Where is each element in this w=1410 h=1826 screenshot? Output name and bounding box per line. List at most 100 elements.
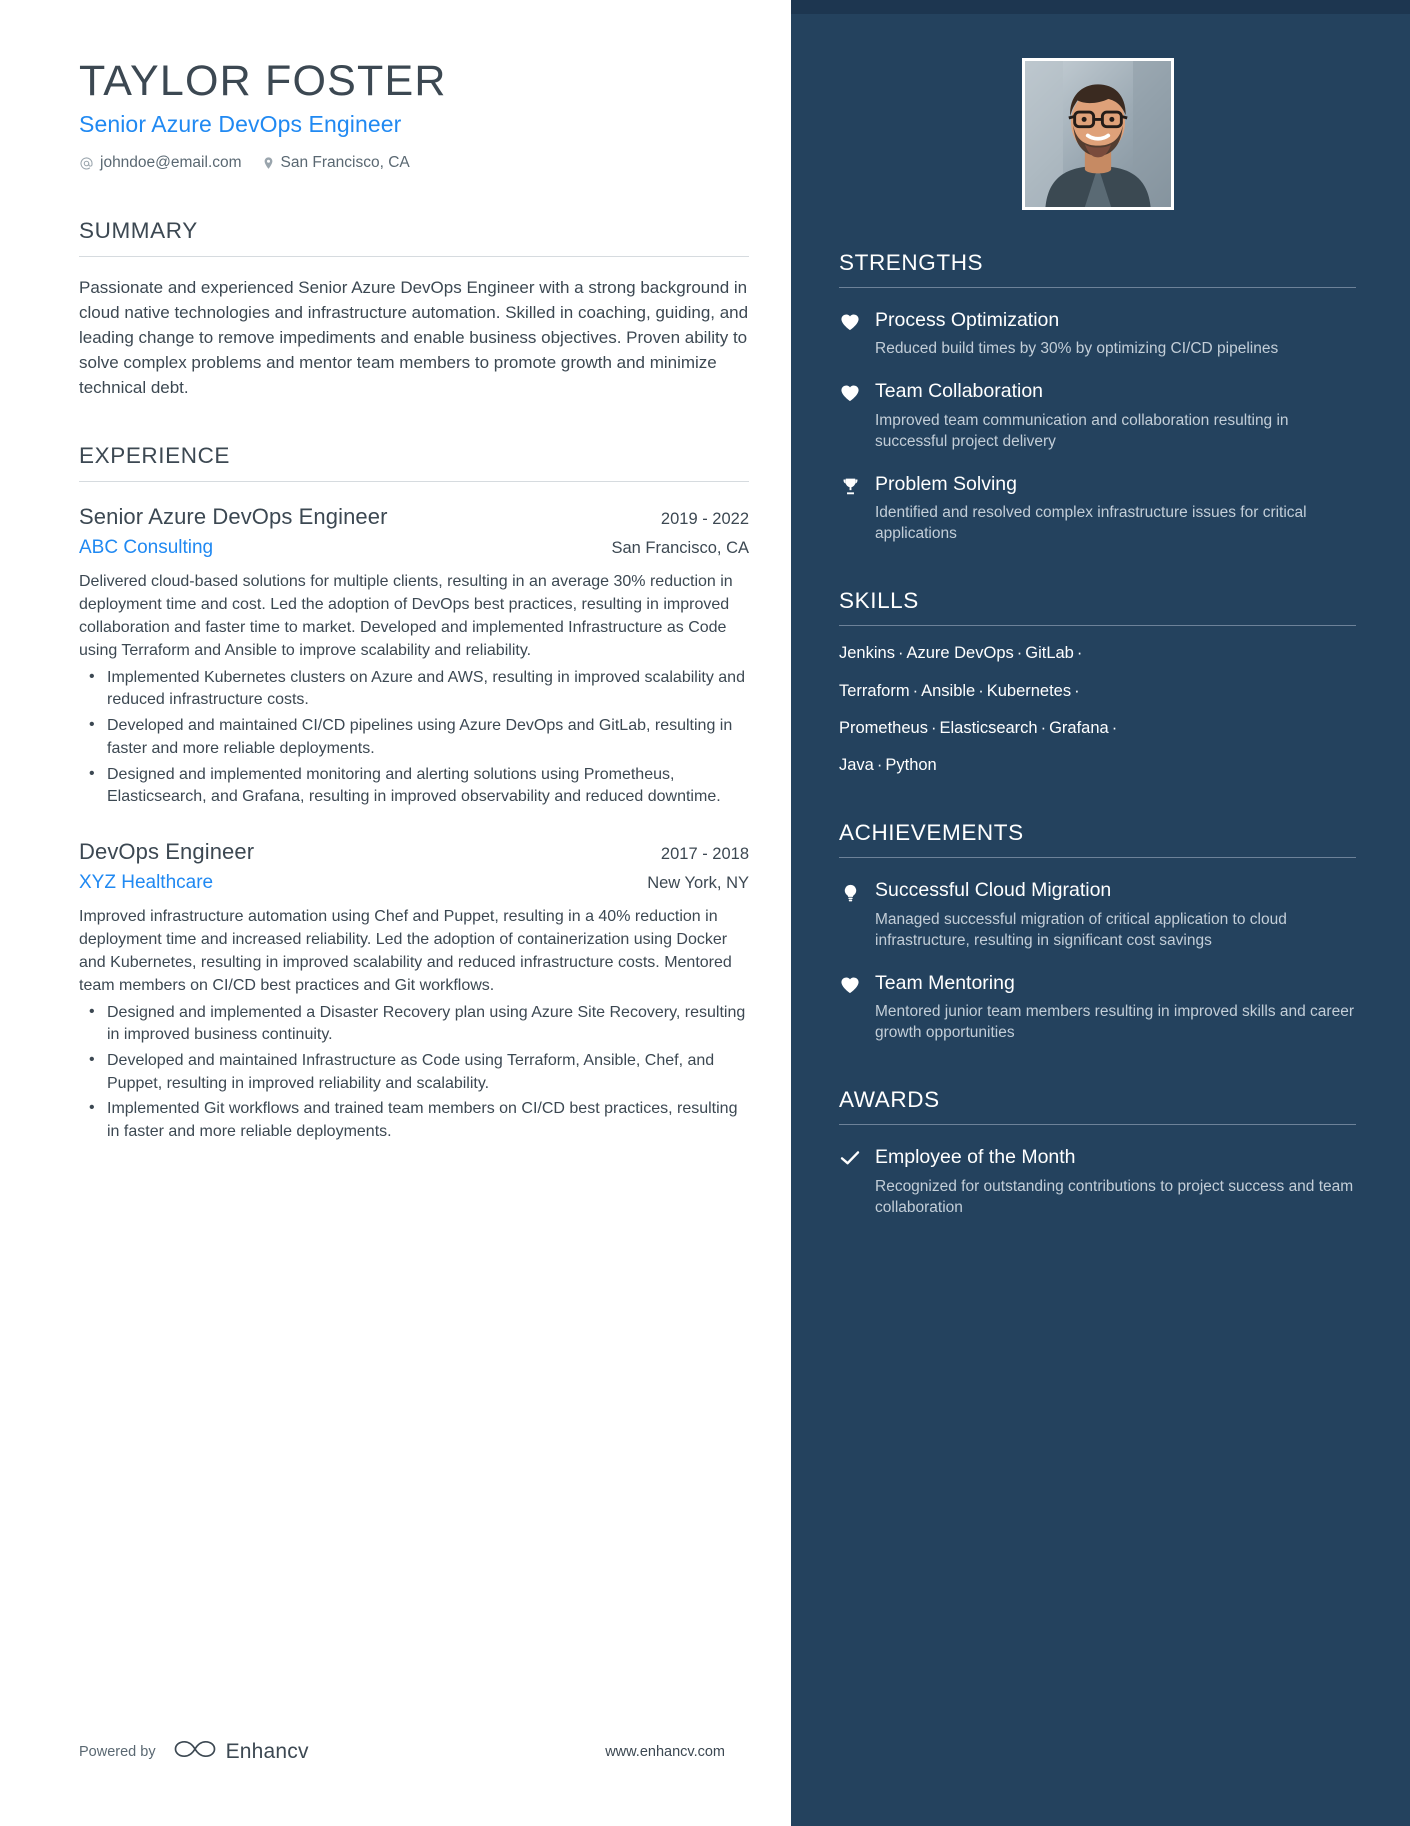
trophy-icon: [839, 472, 861, 545]
infinity-logo-icon: [172, 1737, 218, 1766]
job-bullet: Developed and maintained Infrastructure …: [79, 1049, 749, 1095]
job-title: Senior Azure DevOps Engineer: [79, 504, 388, 530]
avatar: [1021, 58, 1174, 210]
skill-separator: ·: [912, 681, 919, 700]
job-location: San Francisco, CA: [611, 539, 749, 558]
experience-entry: DevOps Engineer 2017 - 2018 XYZ Healthca…: [79, 839, 749, 1144]
page-title: TAYLOR FOSTER: [79, 57, 447, 105]
resume-sidebar: STRENGTHS Process Optimization Reduced b…: [791, 0, 1410, 1826]
skill-separator: ·: [897, 644, 904, 663]
award-item: Employee of the Month Recognized for out…: [839, 1145, 1356, 1218]
awards-divider: [839, 1124, 1356, 1126]
summary-heading: SUMMARY: [79, 218, 198, 244]
achievements-divider: [839, 857, 1356, 859]
avatar-image: [1024, 61, 1171, 207]
contact-row: johndoe@email.com San Francisco, CA: [79, 154, 749, 172]
experience-heading: EXPERIENCE: [79, 443, 231, 469]
job-date: 2017 - 2018: [660, 845, 749, 864]
skill-tag: Ansible: [921, 681, 976, 700]
skill-tag: Terraform: [839, 681, 910, 700]
skill-separator: ·: [1111, 718, 1118, 737]
skill-tag: Azure DevOps: [906, 644, 1014, 663]
award-desc: Recognized for outstanding contributions…: [875, 1177, 1354, 1216]
skill-tag: GitLab: [1025, 644, 1074, 663]
achievements-heading: ACHIEVEMENTS: [839, 820, 1024, 846]
strength-body: Team Collaboration Improved team communi…: [875, 379, 1356, 452]
job-location: New York, NY: [647, 874, 749, 893]
contact-email[interactable]: johndoe@email.com: [79, 154, 242, 172]
strength-desc: Reduced build times by 30% by optimizing…: [875, 340, 1279, 358]
experience-entry: Senior Azure DevOps Engineer 2019 - 2022…: [79, 504, 749, 809]
strength-desc: Improved team communication and collabor…: [875, 411, 1289, 450]
strengths-section: STRENGTHS Process Optimization Reduced b…: [839, 250, 1356, 544]
skill-separator: ·: [1076, 644, 1083, 663]
achievement-desc: Managed successful migration of critical…: [875, 910, 1287, 949]
skill-line: Java · Python: [839, 754, 1356, 776]
skill-separator: ·: [1040, 718, 1047, 737]
award-title: Employee of the Month: [875, 1146, 1076, 1169]
summary-section: SUMMARY Passionate and experienced Senio…: [79, 218, 749, 401]
resume-page: TAYLOR FOSTER Senior Azure DevOps Engine…: [0, 0, 1410, 1826]
experience-divider: [79, 481, 749, 483]
achievements-section: ACHIEVEMENTS Successful Cloud Migration …: [839, 820, 1356, 1043]
avatar-container: [839, 0, 1356, 210]
job-title: DevOps Engineer: [79, 839, 255, 865]
job-bullet-list: Designed and implemented a Disaster Reco…: [79, 1001, 749, 1144]
job-description: Improved infrastructure automation using…: [79, 908, 732, 994]
skill-tag: Elasticsearch: [939, 718, 1038, 737]
skill-separator: ·: [1074, 681, 1080, 700]
map-pin-icon: [262, 155, 275, 171]
heart-icon: [839, 971, 861, 1044]
strength-title: Team Collaboration: [875, 380, 1044, 403]
skills-list: Jenkins · Azure DevOps · GitLab · Terraform · A…: [839, 642, 1356, 776]
skill-tag: Python: [885, 756, 937, 775]
strength-item: Problem Solving Identified and resolved …: [839, 472, 1356, 545]
achievement-title: Team Mentoring: [875, 971, 1015, 994]
job-date: 2019 - 2022: [660, 510, 749, 529]
skill-separator: ·: [1016, 644, 1023, 663]
skill-separator: ·: [930, 718, 937, 737]
job-subheader: ABC Consulting San Francisco, CA: [79, 537, 749, 559]
strengths-divider: [839, 287, 1356, 288]
job-company: XYZ Healthcare: [79, 872, 214, 894]
contact-email-text: johndoe@email.com: [100, 154, 242, 172]
resume-main-column: TAYLOR FOSTER Senior Azure DevOps Engine…: [0, 0, 791, 1826]
strength-body: Problem Solving Identified and resolved …: [875, 472, 1356, 545]
experience-section: EXPERIENCE Senior Azure DevOps Engineer …: [79, 443, 749, 1144]
contact-location-text: San Francisco, CA: [280, 154, 410, 172]
brand-name: Enhancv: [225, 1739, 309, 1763]
job-bullet: Implemented Kubernetes clusters on Azure…: [79, 666, 749, 712]
job-bullet-list: Implemented Kubernetes clusters on Azure…: [79, 666, 749, 809]
job-header: DevOps Engineer 2017 - 2018: [79, 839, 749, 865]
achievement-desc: Mentored junior team members resulting i…: [875, 1003, 1354, 1042]
skill-line: Jenkins · Azure DevOps · GitLab ·: [839, 642, 1356, 664]
achievement-body: Successful Cloud Migration Managed succe…: [875, 878, 1356, 951]
job-bullet: Developed and maintained CI/CD pipelines…: [79, 714, 749, 760]
skill-separator: ·: [876, 756, 883, 775]
job-subheader: XYZ Healthcare New York, NY: [79, 872, 749, 894]
awards-section: AWARDS Employee of the Month Recognized …: [839, 1087, 1356, 1218]
page-footer: Powered by Enhancv www.enhancv.com: [79, 1737, 749, 1766]
strength-body: Process Optimization Reduced build times…: [875, 308, 1356, 359]
skills-section: SKILLS Jenkins · Azure DevOps · GitLab · Terr…: [839, 588, 1356, 776]
strength-item: Team Collaboration Improved team communi…: [839, 379, 1356, 452]
achievement-title: Successful Cloud Migration: [875, 879, 1112, 902]
powered-by-label: Powered by: [79, 1743, 156, 1760]
sidebar-top-accent-bar: [791, 0, 1410, 14]
achievement-item: Team Mentoring Mentored junior team memb…: [839, 971, 1356, 1044]
skill-tag: Prometheus: [839, 718, 928, 737]
strengths-heading: STRENGTHS: [839, 250, 984, 275]
strength-desc: Identified and resolved complex infrastr…: [875, 504, 1307, 543]
footer-website[interactable]: www.enhancv.com: [605, 1744, 725, 1760]
heart-icon: [839, 308, 861, 359]
powered-by-group: Powered by Enhancv: [79, 1737, 309, 1766]
job-bullet: Implemented Git workflows and trained te…: [79, 1097, 749, 1143]
brand-logo[interactable]: Enhancv: [172, 1737, 309, 1766]
contact-location: San Francisco, CA: [262, 154, 410, 172]
header-block: TAYLOR FOSTER Senior Azure DevOps Engine…: [79, 57, 749, 172]
skill-tag: Jenkins: [839, 644, 895, 663]
strength-title: Process Optimization: [875, 309, 1060, 331]
awards-heading: AWARDS: [839, 1087, 940, 1113]
award-body: Employee of the Month Recognized for out…: [875, 1145, 1356, 1218]
skill-line: Prometheus · Elasticsearch · Grafana ·: [839, 717, 1356, 739]
